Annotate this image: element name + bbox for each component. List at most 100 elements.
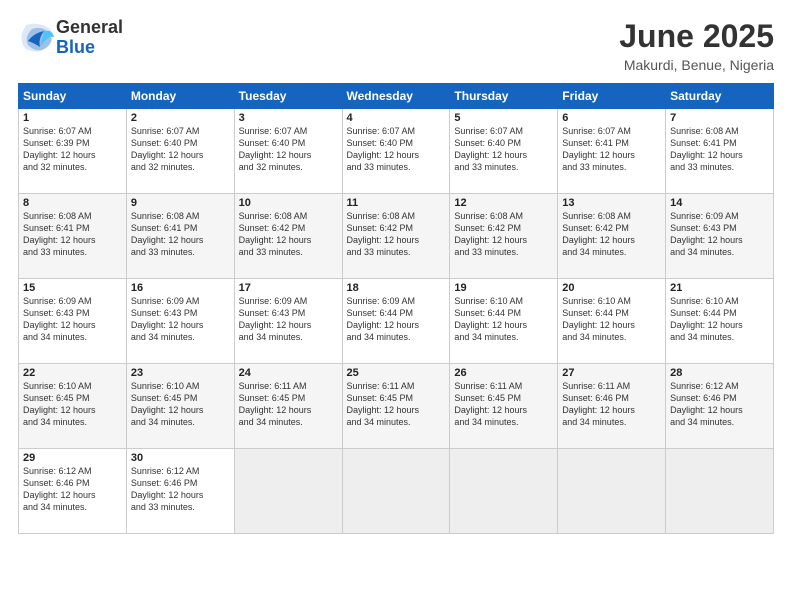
calendar-week-3: 15Sunrise: 6:09 AM Sunset: 6:43 PM Dayli… — [19, 279, 774, 364]
day-number: 19 — [454, 282, 553, 294]
calendar-cell: 24Sunrise: 6:11 AM Sunset: 6:45 PM Dayli… — [234, 364, 342, 449]
day-info: Sunrise: 6:08 AM Sunset: 6:42 PM Dayligh… — [454, 210, 553, 259]
calendar-cell: 9Sunrise: 6:08 AM Sunset: 6:41 PM Daylig… — [126, 194, 234, 279]
day-number: 21 — [670, 282, 769, 294]
logo-icon — [18, 19, 56, 57]
day-number: 29 — [23, 452, 122, 464]
logo-blue: Blue — [56, 37, 95, 57]
calendar-cell: 25Sunrise: 6:11 AM Sunset: 6:45 PM Dayli… — [342, 364, 450, 449]
day-number: 2 — [131, 112, 230, 124]
page: General Blue June 2025 Makurdi, Benue, N… — [0, 0, 792, 612]
col-saturday: Saturday — [666, 84, 774, 109]
calendar-cell: 28Sunrise: 6:12 AM Sunset: 6:46 PM Dayli… — [666, 364, 774, 449]
day-number: 24 — [239, 367, 338, 379]
calendar-cell: 29Sunrise: 6:12 AM Sunset: 6:46 PM Dayli… — [19, 449, 127, 534]
day-info: Sunrise: 6:11 AM Sunset: 6:45 PM Dayligh… — [454, 380, 553, 429]
day-number: 20 — [562, 282, 661, 294]
calendar-cell: 15Sunrise: 6:09 AM Sunset: 6:43 PM Dayli… — [19, 279, 127, 364]
day-info: Sunrise: 6:11 AM Sunset: 6:46 PM Dayligh… — [562, 380, 661, 429]
day-number: 23 — [131, 367, 230, 379]
day-number: 6 — [562, 112, 661, 124]
calendar-cell: 8Sunrise: 6:08 AM Sunset: 6:41 PM Daylig… — [19, 194, 127, 279]
calendar: Sunday Monday Tuesday Wednesday Thursday… — [18, 83, 774, 534]
day-number: 3 — [239, 112, 338, 124]
day-info: Sunrise: 6:08 AM Sunset: 6:41 PM Dayligh… — [23, 210, 122, 259]
calendar-week-1: 1Sunrise: 6:07 AM Sunset: 6:39 PM Daylig… — [19, 109, 774, 194]
day-info: Sunrise: 6:12 AM Sunset: 6:46 PM Dayligh… — [23, 465, 122, 514]
calendar-week-5: 29Sunrise: 6:12 AM Sunset: 6:46 PM Dayli… — [19, 449, 774, 534]
day-number: 28 — [670, 367, 769, 379]
calendar-cell: 3Sunrise: 6:07 AM Sunset: 6:40 PM Daylig… — [234, 109, 342, 194]
title-area: June 2025 Makurdi, Benue, Nigeria — [619, 18, 774, 73]
day-info: Sunrise: 6:08 AM Sunset: 6:42 PM Dayligh… — [239, 210, 338, 259]
header: General Blue June 2025 Makurdi, Benue, N… — [18, 18, 774, 73]
calendar-cell: 7Sunrise: 6:08 AM Sunset: 6:41 PM Daylig… — [666, 109, 774, 194]
calendar-cell: 10Sunrise: 6:08 AM Sunset: 6:42 PM Dayli… — [234, 194, 342, 279]
calendar-cell: 1Sunrise: 6:07 AM Sunset: 6:39 PM Daylig… — [19, 109, 127, 194]
calendar-cell — [342, 449, 450, 534]
day-info: Sunrise: 6:07 AM Sunset: 6:40 PM Dayligh… — [454, 125, 553, 174]
day-number: 13 — [562, 197, 661, 209]
day-number: 26 — [454, 367, 553, 379]
calendar-cell: 16Sunrise: 6:09 AM Sunset: 6:43 PM Dayli… — [126, 279, 234, 364]
day-info: Sunrise: 6:09 AM Sunset: 6:43 PM Dayligh… — [23, 295, 122, 344]
day-number: 27 — [562, 367, 661, 379]
day-number: 1 — [23, 112, 122, 124]
calendar-cell: 27Sunrise: 6:11 AM Sunset: 6:46 PM Dayli… — [558, 364, 666, 449]
day-info: Sunrise: 6:08 AM Sunset: 6:42 PM Dayligh… — [347, 210, 446, 259]
day-info: Sunrise: 6:07 AM Sunset: 6:41 PM Dayligh… — [562, 125, 661, 174]
calendar-cell — [234, 449, 342, 534]
day-number: 22 — [23, 367, 122, 379]
day-info: Sunrise: 6:10 AM Sunset: 6:44 PM Dayligh… — [562, 295, 661, 344]
day-number: 30 — [131, 452, 230, 464]
logo: General Blue — [18, 18, 123, 58]
col-thursday: Thursday — [450, 84, 558, 109]
day-info: Sunrise: 6:09 AM Sunset: 6:43 PM Dayligh… — [670, 210, 769, 259]
calendar-week-4: 22Sunrise: 6:10 AM Sunset: 6:45 PM Dayli… — [19, 364, 774, 449]
day-number: 7 — [670, 112, 769, 124]
day-number: 15 — [23, 282, 122, 294]
day-info: Sunrise: 6:08 AM Sunset: 6:41 PM Dayligh… — [131, 210, 230, 259]
day-info: Sunrise: 6:07 AM Sunset: 6:39 PM Dayligh… — [23, 125, 122, 174]
day-info: Sunrise: 6:12 AM Sunset: 6:46 PM Dayligh… — [131, 465, 230, 514]
day-number: 11 — [347, 197, 446, 209]
day-info: Sunrise: 6:10 AM Sunset: 6:44 PM Dayligh… — [670, 295, 769, 344]
day-header-row: Sunday Monday Tuesday Wednesday Thursday… — [19, 84, 774, 109]
day-info: Sunrise: 6:09 AM Sunset: 6:43 PM Dayligh… — [131, 295, 230, 344]
day-number: 12 — [454, 197, 553, 209]
calendar-cell: 18Sunrise: 6:09 AM Sunset: 6:44 PM Dayli… — [342, 279, 450, 364]
day-info: Sunrise: 6:10 AM Sunset: 6:45 PM Dayligh… — [23, 380, 122, 429]
calendar-cell: 23Sunrise: 6:10 AM Sunset: 6:45 PM Dayli… — [126, 364, 234, 449]
calendar-week-2: 8Sunrise: 6:08 AM Sunset: 6:41 PM Daylig… — [19, 194, 774, 279]
calendar-header: Sunday Monday Tuesday Wednesday Thursday… — [19, 84, 774, 109]
day-info: Sunrise: 6:07 AM Sunset: 6:40 PM Dayligh… — [347, 125, 446, 174]
day-info: Sunrise: 6:07 AM Sunset: 6:40 PM Dayligh… — [131, 125, 230, 174]
day-info: Sunrise: 6:09 AM Sunset: 6:43 PM Dayligh… — [239, 295, 338, 344]
calendar-cell — [450, 449, 558, 534]
day-info: Sunrise: 6:08 AM Sunset: 6:42 PM Dayligh… — [562, 210, 661, 259]
calendar-cell: 19Sunrise: 6:10 AM Sunset: 6:44 PM Dayli… — [450, 279, 558, 364]
day-number: 9 — [131, 197, 230, 209]
day-info: Sunrise: 6:10 AM Sunset: 6:45 PM Dayligh… — [131, 380, 230, 429]
calendar-cell: 13Sunrise: 6:08 AM Sunset: 6:42 PM Dayli… — [558, 194, 666, 279]
calendar-body: 1Sunrise: 6:07 AM Sunset: 6:39 PM Daylig… — [19, 109, 774, 534]
day-number: 4 — [347, 112, 446, 124]
day-number: 10 — [239, 197, 338, 209]
col-sunday: Sunday — [19, 84, 127, 109]
day-number: 16 — [131, 282, 230, 294]
day-info: Sunrise: 6:11 AM Sunset: 6:45 PM Dayligh… — [347, 380, 446, 429]
calendar-cell: 12Sunrise: 6:08 AM Sunset: 6:42 PM Dayli… — [450, 194, 558, 279]
calendar-cell: 2Sunrise: 6:07 AM Sunset: 6:40 PM Daylig… — [126, 109, 234, 194]
col-friday: Friday — [558, 84, 666, 109]
calendar-cell: 22Sunrise: 6:10 AM Sunset: 6:45 PM Dayli… — [19, 364, 127, 449]
col-monday: Monday — [126, 84, 234, 109]
day-number: 17 — [239, 282, 338, 294]
day-number: 8 — [23, 197, 122, 209]
location: Makurdi, Benue, Nigeria — [619, 57, 774, 73]
calendar-cell: 21Sunrise: 6:10 AM Sunset: 6:44 PM Dayli… — [666, 279, 774, 364]
day-info: Sunrise: 6:10 AM Sunset: 6:44 PM Dayligh… — [454, 295, 553, 344]
calendar-cell: 5Sunrise: 6:07 AM Sunset: 6:40 PM Daylig… — [450, 109, 558, 194]
day-info: Sunrise: 6:07 AM Sunset: 6:40 PM Dayligh… — [239, 125, 338, 174]
day-info: Sunrise: 6:11 AM Sunset: 6:45 PM Dayligh… — [239, 380, 338, 429]
calendar-cell: 11Sunrise: 6:08 AM Sunset: 6:42 PM Dayli… — [342, 194, 450, 279]
